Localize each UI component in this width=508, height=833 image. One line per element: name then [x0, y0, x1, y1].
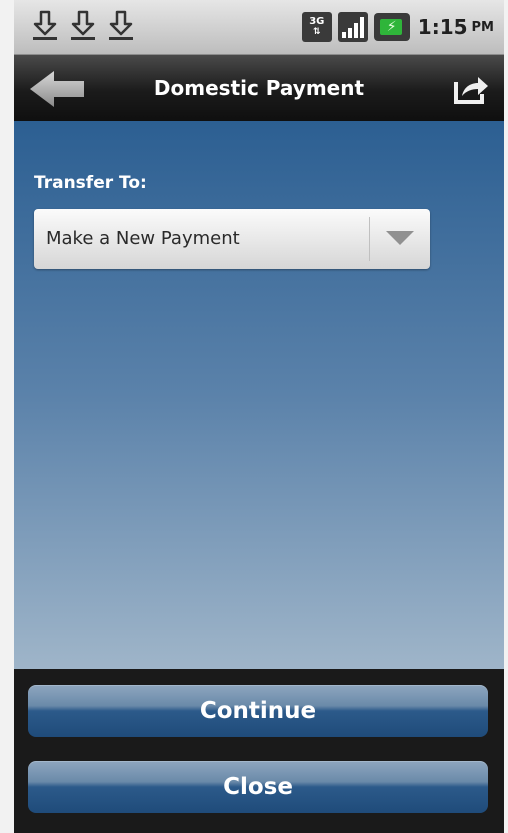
continue-button[interactable]: Continue: [28, 685, 488, 737]
close-button[interactable]: Close: [28, 761, 488, 813]
title-bar: Domestic Payment: [14, 55, 504, 121]
chevron-down-icon: [386, 231, 414, 245]
download-icon: [109, 10, 133, 40]
dropdown-divider: [369, 217, 370, 261]
transfer-to-dropdown[interactable]: Make a New Payment: [34, 209, 430, 269]
share-icon[interactable]: [452, 72, 490, 106]
network-3g-label: 3G: [309, 16, 325, 27]
button-bar: Continue Close: [14, 669, 504, 833]
page-title: Domestic Payment: [153, 76, 365, 100]
transfer-to-label: Transfer To:: [34, 173, 147, 193]
battery-icon: ⚡: [373, 13, 410, 41]
status-time: 1:15: [417, 15, 468, 39]
transfer-to-selected: Make a New Payment: [46, 228, 240, 249]
phone-screen: 3G ⇅ ⚡ 1:15 PM Domestic Payment Transfer…: [14, 0, 504, 833]
download-icon: [71, 10, 95, 40]
signal-icon: [337, 12, 368, 42]
status-right: 3G ⇅ ⚡ 1:15 PM: [301, 10, 494, 44]
status-bar: 3G ⇅ ⚡ 1:15 PM: [14, 0, 504, 55]
network-3g-icon: 3G ⇅: [301, 12, 332, 42]
status-ampm: PM: [471, 19, 494, 35]
form-area: Transfer To: Make a New Payment: [14, 121, 504, 669]
download-icon: [33, 10, 57, 40]
